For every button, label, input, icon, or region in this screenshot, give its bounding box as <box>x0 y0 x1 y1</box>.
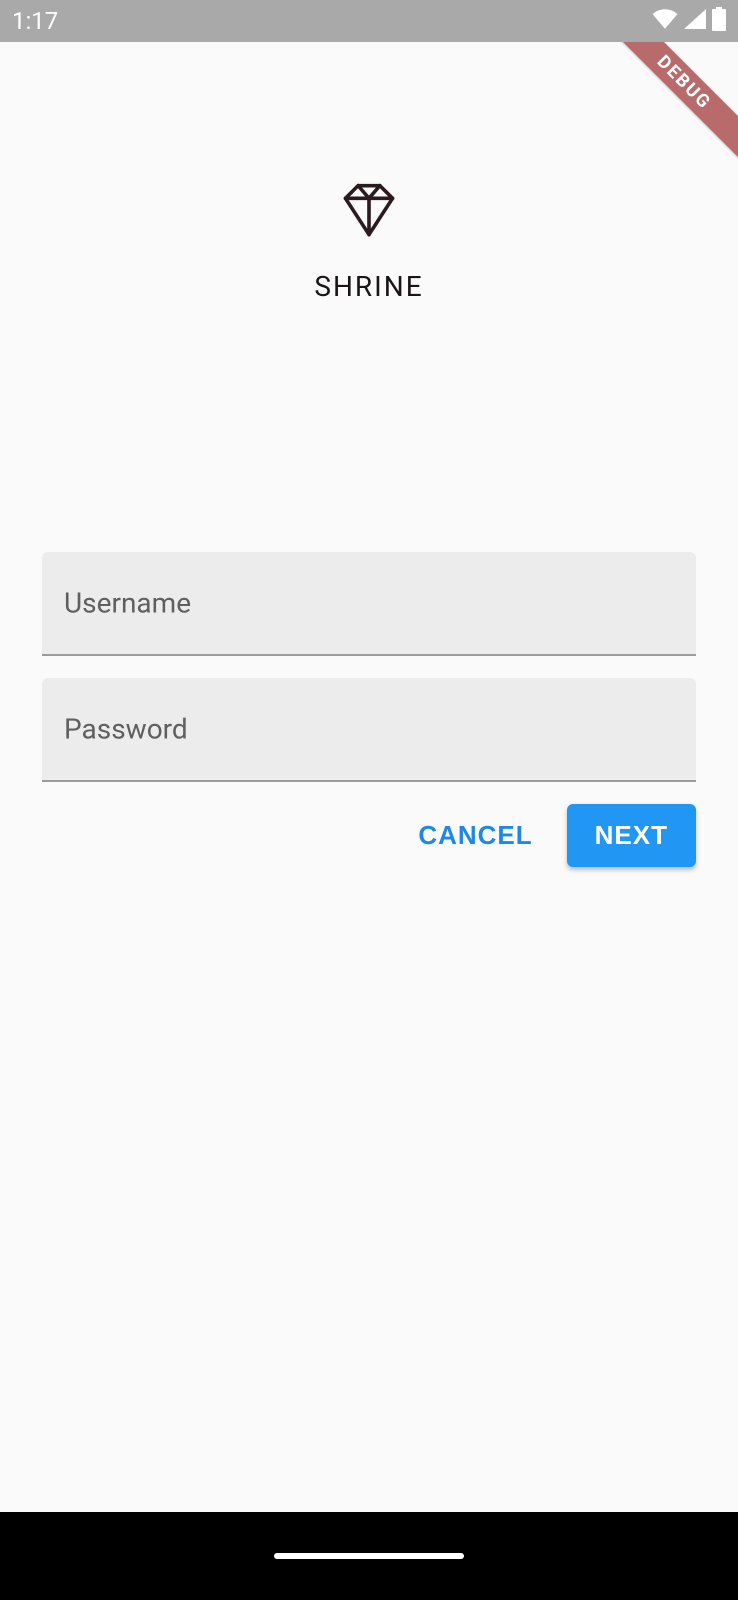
button-row: CANCEL NEXT <box>42 804 696 867</box>
username-input[interactable] <box>42 552 696 654</box>
password-field-wrapper: Password <box>42 678 696 782</box>
status-icons <box>652 7 726 35</box>
signal-icon <box>684 9 706 33</box>
cancel-button[interactable]: CANCEL <box>400 804 550 867</box>
battery-icon <box>712 7 726 35</box>
logo-block: SHRINE <box>0 42 738 303</box>
login-screen: DEBUG SHRINE Username Password CANCEL NE… <box>0 42 738 1512</box>
home-indicator[interactable] <box>274 1553 464 1559</box>
next-button[interactable]: NEXT <box>567 804 696 867</box>
wifi-icon <box>652 9 678 33</box>
password-input[interactable] <box>42 678 696 780</box>
android-status-bar: 1:17 <box>0 0 738 42</box>
login-form: Username Password CANCEL NEXT <box>42 552 696 867</box>
username-field-wrapper: Username <box>42 552 696 656</box>
android-nav-bar <box>0 1512 738 1600</box>
diamond-icon <box>340 182 398 240</box>
status-time: 1:17 <box>12 7 58 35</box>
app-title: SHRINE <box>314 270 423 303</box>
